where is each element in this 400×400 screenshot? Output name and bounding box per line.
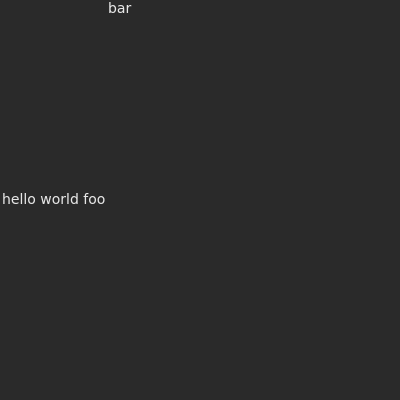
top-text-label: bar	[108, 1, 132, 17]
middle-text-label: hello world foo	[2, 192, 106, 208]
screen-canvas: bar hello world foo	[0, 0, 400, 400]
